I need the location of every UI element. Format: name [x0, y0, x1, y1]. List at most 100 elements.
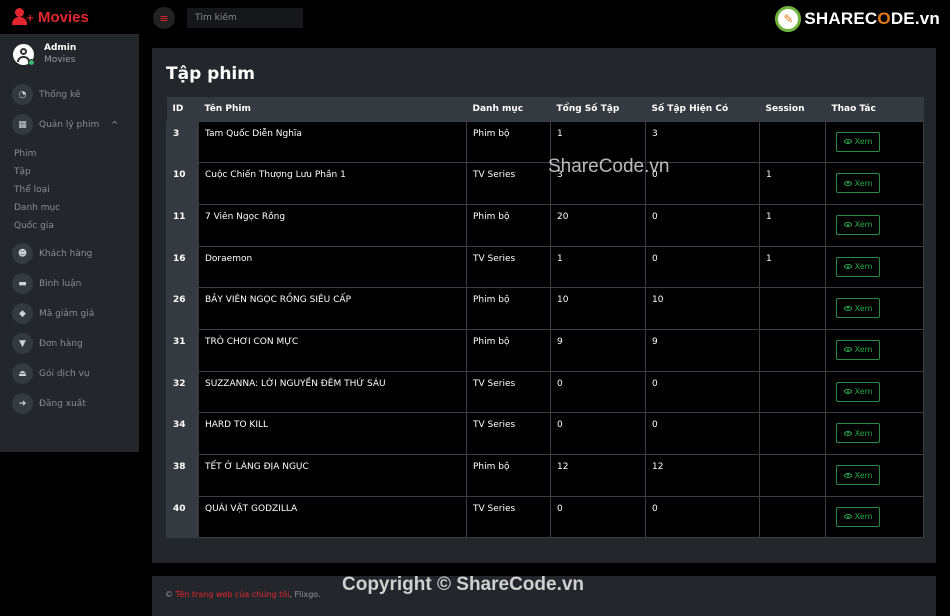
cell-current-episodes: 0: [645, 245, 760, 289]
cell-category: TV Series: [466, 412, 551, 455]
cell-category: TV Series: [466, 245, 551, 289]
sidebar-item-orders[interactable]: ▼ Đơn hàng: [12, 333, 83, 354]
cell-total-episodes: 0: [550, 495, 646, 539]
sidebar-subitem-movies[interactable]: Phim: [14, 149, 36, 159]
footer-text: © Tên trang web của chúng tôi, Flixgo.: [165, 590, 321, 599]
sidebar-item-label: Gói dịch vụ: [39, 368, 90, 379]
sidebar-subitem-categories[interactable]: Danh mục: [14, 203, 60, 213]
sidebar-item-dashboard[interactable]: ◔ Thống kê: [12, 84, 80, 105]
comments-icon: ▬: [12, 273, 33, 294]
eye-icon: [843, 264, 852, 270]
cell-current-episodes: 0: [645, 495, 760, 539]
column-header-name: Tên Phim: [198, 97, 467, 121]
cell-name: Cuộc Chiến Thượng Lưu Phần 1: [198, 162, 467, 205]
view-button-label: Xem: [854, 220, 873, 230]
cell-actions: Xem: [825, 454, 924, 497]
cell-session: [759, 495, 826, 539]
user-plus-icon: +: [12, 8, 34, 26]
cell-actions: Xem: [825, 203, 924, 247]
view-button-label: Xem: [854, 178, 873, 188]
cell-current-episodes: 10: [645, 287, 760, 330]
view-button[interactable]: Xem: [836, 298, 880, 319]
table-header-row: ID Tên Phim Danh mục Tổng Số Tập Số Tập …: [166, 97, 924, 121]
main-card: Tập phim ID Tên Phim Danh mục Tổng Số Tậ…: [152, 48, 936, 563]
sidebar-item-customers[interactable]: ☻ Khách hàng: [12, 243, 92, 264]
cell-current-episodes: 0: [645, 370, 760, 414]
eye-icon: [843, 222, 852, 228]
view-button[interactable]: Xem: [836, 506, 880, 527]
cell-category: Phim bộ: [466, 454, 551, 497]
cart-icon: ▼: [12, 333, 33, 354]
sidebar-item-label: Đơn hàng: [39, 338, 83, 349]
cell-id: 3: [166, 120, 199, 164]
eye-icon: [843, 180, 852, 186]
sidebar-item-service-packages[interactable]: ⏏ Gói dịch vụ: [12, 363, 90, 384]
column-header-session: Session: [759, 97, 826, 121]
copyright-watermark: Copyright © ShareCode.vn: [342, 574, 585, 595]
sharecode-logo: ✎ SHARECODE.vn: [775, 6, 940, 32]
view-button[interactable]: Xem: [836, 173, 880, 194]
brand-name: Movies: [38, 8, 89, 26]
footer-link[interactable]: Tên trang web của chúng tôi: [176, 590, 290, 599]
view-button[interactable]: Xem: [836, 131, 880, 152]
view-button-label: Xem: [854, 262, 873, 272]
cell-actions: Xem: [825, 370, 924, 414]
cell-total-episodes: 0: [550, 370, 646, 414]
sidebar-subitem-countries[interactable]: Quốc gia: [14, 221, 54, 231]
cell-category: TV Series: [466, 495, 551, 539]
page-title: Tập phim: [166, 64, 255, 84]
cell-current-episodes: 0: [645, 412, 760, 455]
cell-name: 7 Viên Ngọc Rồng: [198, 203, 467, 247]
column-header-actions: Thao Tác: [825, 97, 924, 121]
tags-icon: ◆: [12, 303, 33, 324]
cell-id: 26: [166, 287, 199, 330]
film-icon: ▦: [12, 114, 33, 135]
view-button[interactable]: Xem: [836, 423, 880, 444]
cell-current-episodes: 12: [645, 454, 760, 497]
column-header-total-episodes: Tổng Số Tập: [550, 97, 646, 121]
cell-id: 10: [166, 162, 199, 205]
view-button[interactable]: Xem: [836, 214, 880, 235]
table-row: 31 TRÒ CHƠI CON MỰC Phim bộ 9 9 Xem: [166, 328, 924, 372]
cell-name: QUÁI VẬT GODZILLA: [198, 495, 467, 539]
hamburger-icon: ≡: [159, 11, 169, 25]
view-button-label: Xem: [854, 345, 873, 355]
cell-actions: Xem: [825, 162, 924, 205]
cell-session: [759, 328, 826, 372]
menu-toggle-button[interactable]: ≡: [153, 7, 175, 29]
sidebar-subitem-genres[interactable]: Thể loại: [14, 185, 50, 195]
cell-actions: Xem: [825, 245, 924, 289]
cell-name: BẢY VIÊN NGỌC RỒNG SIÊU CẤP: [198, 287, 467, 330]
user-name: Admin: [44, 43, 77, 53]
sidebar-subitem-episodes[interactable]: Tập: [14, 167, 31, 177]
cell-session: [759, 370, 826, 414]
eye-icon: [843, 347, 852, 353]
sidebar-item-comments[interactable]: ▬ Bình luận: [12, 273, 81, 294]
eye-icon: [843, 139, 852, 144]
sidebar-item-coupons[interactable]: ◆ Mã giảm giá: [12, 303, 94, 324]
sharecode-logo-icon: ✎: [775, 6, 802, 32]
column-header-current-episodes: Số Tập Hiện Có: [645, 97, 760, 121]
online-status-icon: [28, 59, 35, 66]
user-role: Movies: [44, 55, 76, 65]
view-button[interactable]: Xem: [836, 256, 880, 277]
sidebar-item-logout[interactable]: ➜ Đăng xuất: [12, 393, 86, 414]
cell-session: [759, 287, 826, 330]
view-button[interactable]: Xem: [836, 381, 880, 402]
column-header-category: Danh mục: [466, 97, 551, 121]
brand[interactable]: + Movies: [0, 0, 139, 34]
cell-category: Phim bộ: [466, 120, 551, 164]
search-input[interactable]: [187, 8, 303, 28]
sidebar-item-label: Khách hàng: [39, 248, 93, 259]
view-button[interactable]: Xem: [836, 465, 880, 485]
sidebar-item-label: Thống kê: [39, 89, 81, 100]
cell-id: 31: [166, 328, 199, 372]
cell-id: 38: [166, 454, 199, 497]
cell-category: TV Series: [466, 370, 551, 414]
users-icon: ☻: [12, 243, 33, 264]
cell-category: Phim bộ: [466, 328, 551, 372]
sidebar-item-movie-management[interactable]: ▦ Quản lý phim ^: [12, 114, 118, 135]
cell-total-episodes: 9: [550, 328, 646, 372]
view-button[interactable]: Xem: [836, 339, 880, 360]
cell-name: SUZZANNA: LỜI NGUYỀN ĐÊM THỨ SÁU: [198, 370, 467, 414]
